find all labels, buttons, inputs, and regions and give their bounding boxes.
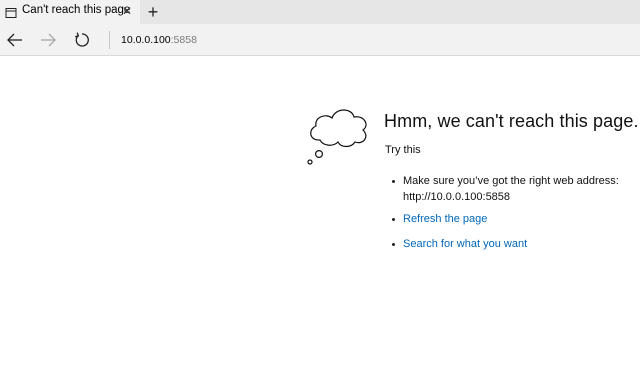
list-item: Refresh the page — [392, 211, 487, 227]
close-icon[interactable]: ✕ — [120, 3, 134, 19]
arrow-right-icon — [41, 33, 56, 47]
tab-strip: Can't reach this page ✕ + — [0, 0, 640, 24]
tip-address-text: Make sure you’ve got the right web addre… — [403, 175, 619, 187]
arrow-left-icon — [7, 33, 22, 47]
toolbar-divider — [109, 31, 110, 49]
thought-cloud-icon — [304, 106, 370, 168]
navigation-toolbar: 10.0.0.100:5858 — [0, 24, 640, 56]
try-this-label: Try this — [385, 144, 421, 156]
tip-address-url: http://10.0.0.100:5858 — [403, 191, 511, 203]
page-icon — [5, 6, 17, 18]
list-item: Search for what you want — [392, 236, 527, 252]
back-button[interactable] — [5, 30, 25, 50]
address-bar[interactable]: 10.0.0.100:5858 — [121, 34, 197, 46]
search-link[interactable]: Search for what you want — [403, 238, 527, 250]
list-item: Make sure you’ve got the right web addre… — [392, 173, 619, 205]
tab-title: Can't reach this page — [22, 4, 131, 16]
plus-icon: + — [147, 2, 159, 22]
forward-button[interactable] — [38, 30, 58, 50]
new-tab-button[interactable]: + — [144, 2, 162, 22]
active-tab[interactable]: Can't reach this page ✕ — [0, 0, 140, 24]
address-host: 10.0.0.100 — [121, 34, 171, 46]
error-heading: Hmm, we can't reach this page. — [384, 111, 639, 131]
refresh-button[interactable] — [72, 30, 92, 50]
address-port: :5858 — [170, 34, 197, 46]
refresh-icon — [75, 32, 89, 47]
refresh-page-link[interactable]: Refresh the page — [403, 213, 487, 225]
